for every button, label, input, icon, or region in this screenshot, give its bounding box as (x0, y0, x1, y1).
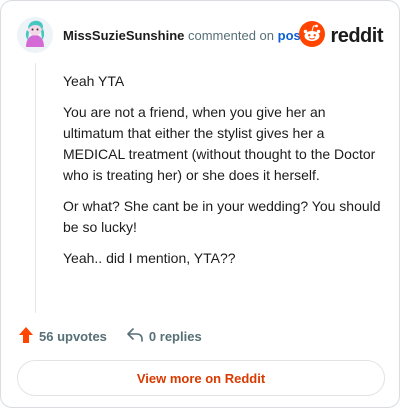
reddit-brand[interactable]: reddit (299, 21, 383, 52)
comment-header: MissSuzieSunshine commented on post redd… (17, 15, 383, 55)
view-more-button[interactable]: View more on Reddit (17, 360, 385, 396)
comment-body: Yeah YTA You are not a friend, when you … (63, 65, 381, 279)
reply-arrow-icon (127, 328, 149, 345)
action-text: commented on (188, 27, 274, 43)
avatar-icon[interactable] (17, 17, 53, 53)
comment-meta: MissSuzieSunshine commented on post (63, 28, 305, 43)
comment-paragraph: You are not a friend, when you give her … (63, 104, 376, 183)
upvote-button[interactable]: 56 upvotes (19, 327, 107, 346)
view-more-label: View more on Reddit (136, 370, 266, 386)
thread-line (35, 63, 36, 313)
username[interactable]: MissSuzieSunshine (63, 28, 184, 43)
upvote-arrow-icon (19, 327, 39, 346)
replies-button[interactable]: 0 replies (127, 328, 202, 345)
comment-paragraph: Yeah YTA (63, 73, 125, 89)
comment-paragraph: Or what? She cant be in your wedding? Yo… (63, 198, 381, 235)
reddit-wordmark: reddit (330, 25, 383, 47)
comment-paragraph: Yeah.. did I mention, YTA?? (63, 250, 236, 266)
comment-actions: 56 upvotes 0 replies (19, 327, 222, 346)
reddit-logo-icon (299, 21, 326, 52)
replies-count: 0 replies (148, 329, 202, 344)
reddit-comment-card: MissSuzieSunshine commented on post redd… (0, 0, 400, 408)
upvote-count: 56 upvotes (39, 329, 107, 344)
